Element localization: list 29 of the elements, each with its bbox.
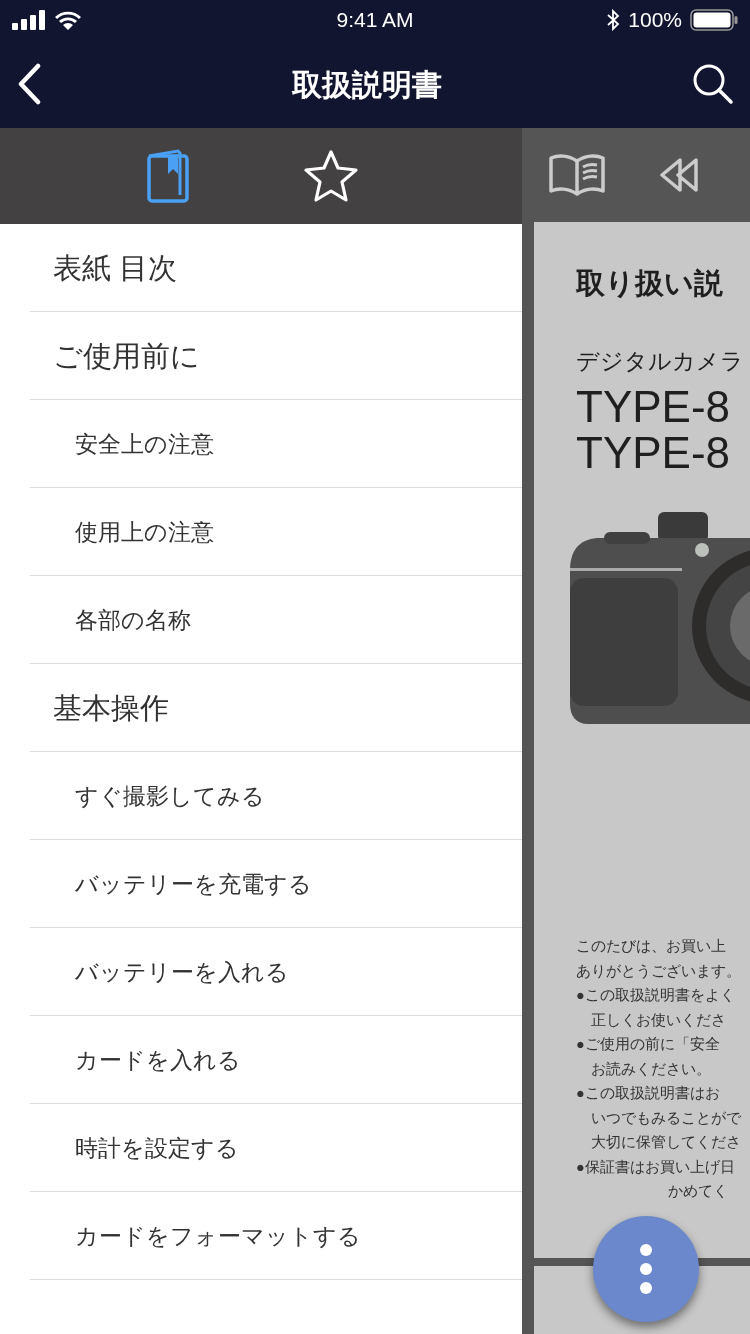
signal-icon — [12, 10, 46, 30]
document-text-line: 大切に保管してくださ — [589, 1133, 742, 1152]
document-text-line: かめてく — [667, 1182, 729, 1201]
document-text-line: ●この取扱説明書をよく — [576, 986, 736, 1005]
document-text-line: いつでもみることがで — [589, 1108, 742, 1128]
status-time: 9:41 AM — [336, 7, 414, 34]
model-name: TYPE-8 — [576, 384, 732, 430]
battery-icon — [690, 9, 738, 31]
document-heading: 取り扱い説 — [576, 266, 724, 301]
document-text-line: 正しくお使いくださ — [589, 1010, 727, 1030]
search-button[interactable] — [692, 63, 734, 105]
document-text-line: ●この取扱説明書はお — [576, 1084, 721, 1103]
more-icon — [639, 1243, 653, 1295]
contents-tab[interactable] — [146, 148, 190, 204]
document-text-line: ありがとうございます。 — [576, 961, 742, 981]
bluetooth-icon — [606, 9, 621, 31]
document-subtitle: デジタルカメラ — [576, 346, 745, 376]
battery-percent: 100% — [628, 7, 682, 34]
document-text-line: ●保証書はお買い上げ日 — [576, 1157, 736, 1177]
page-title: 取扱説明書 — [292, 66, 442, 103]
model-name: TYPE-8 — [576, 430, 732, 476]
rewind-icon[interactable] — [660, 157, 698, 193]
book-icon[interactable] — [548, 153, 606, 197]
wifi-icon — [54, 10, 82, 30]
bookmarks-tab[interactable] — [302, 149, 360, 203]
document-text-line: このたびは、お買い上 — [576, 937, 727, 956]
document-text-line: お読みください。 — [589, 1059, 712, 1079]
document-text-line: ●ご使用の前に「安全 — [576, 1035, 721, 1054]
back-button[interactable] — [16, 63, 42, 105]
